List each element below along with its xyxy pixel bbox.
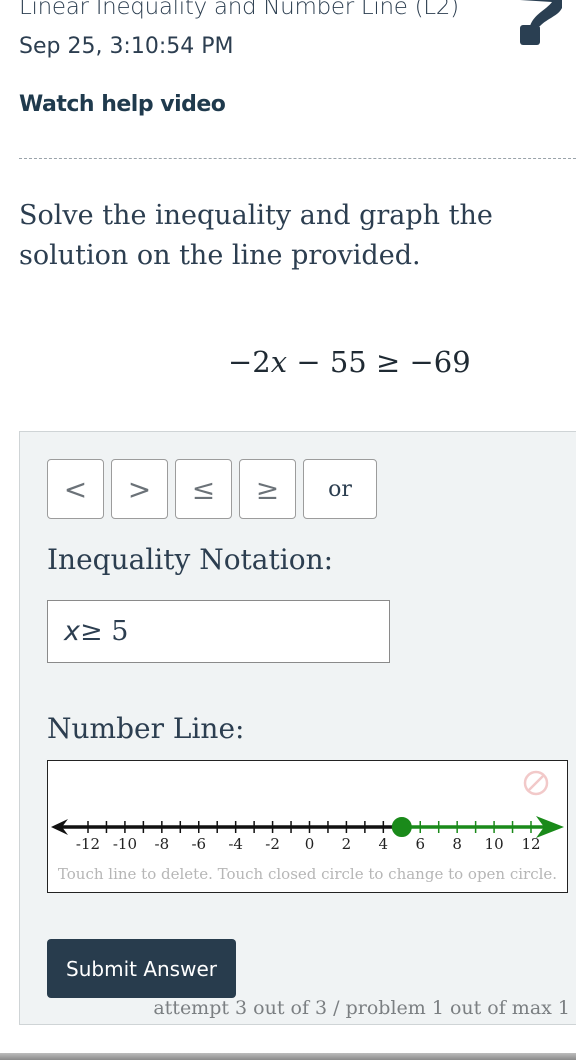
submit-answer-button[interactable]: Submit Answer: [47, 939, 236, 998]
less-or-equal-button[interactable]: ≤: [175, 459, 232, 519]
tick-label: -6: [191, 835, 206, 853]
inequality-notation-input[interactable]: x ≥ 5: [47, 600, 390, 663]
no-entry-icon[interactable]: [523, 770, 549, 796]
tick-label: 0: [305, 835, 315, 853]
divider: [19, 158, 576, 159]
tick-label: -10: [113, 835, 137, 853]
timestamp: Sep 25, 3:10:54 PM: [19, 34, 234, 59]
equation-variable: x: [270, 345, 288, 379]
number-line-label: Number Line:: [47, 712, 245, 745]
tick-label: 2: [342, 835, 352, 853]
question-prompt: Solve the inequality and graph the solut…: [19, 200, 493, 271]
or-button[interactable]: or: [303, 459, 377, 519]
tick-label: -2: [265, 835, 280, 853]
attempt-info: attempt 3 out of 3 / problem 1 out of ma…: [153, 997, 570, 1019]
equation-coefficient: −2: [228, 345, 271, 379]
closed-circle-endpoint[interactable]: [391, 817, 412, 837]
question-mark-icon[interactable]: [512, 0, 562, 48]
tick-label: -8: [155, 835, 170, 853]
watch-help-video-link[interactable]: Watch help video: [19, 92, 226, 117]
tick-label: 10: [485, 835, 504, 853]
tick-labels: -12 -10 -8 -6 -4 -2 0 2 4 6 8 10 12: [76, 835, 541, 853]
inequality-equation: −2x − 55 ≥ −69: [228, 345, 471, 379]
inequality-notation-label: Inequality Notation:: [47, 543, 334, 576]
number-line-widget[interactable]: -12 -10 -8 -6 -4 -2 0 2 4 6 8 10 12 Touch line to de…: [47, 760, 568, 893]
bottom-edge: [0, 1053, 576, 1060]
greater-or-equal-button[interactable]: ≥: [239, 459, 296, 519]
less-than-button[interactable]: <: [47, 459, 104, 519]
equation-rest: − 55 ≥ −69: [287, 345, 471, 379]
tick-label: -4: [228, 835, 243, 853]
tick-label: -12: [76, 835, 100, 853]
assignment-title: Linear Inequality and Number Line (L2): [19, 0, 459, 20]
number-line-instructions: Touch line to delete. Touch closed circl…: [57, 865, 558, 883]
tick-label: 12: [521, 835, 540, 853]
tick-label: 6: [415, 835, 425, 853]
greater-than-button[interactable]: >: [111, 459, 168, 519]
tick-label: 8: [452, 835, 462, 853]
tick-label: 4: [379, 835, 389, 853]
notation-variable: x: [64, 616, 80, 647]
notation-rest: ≥ 5: [79, 616, 129, 647]
